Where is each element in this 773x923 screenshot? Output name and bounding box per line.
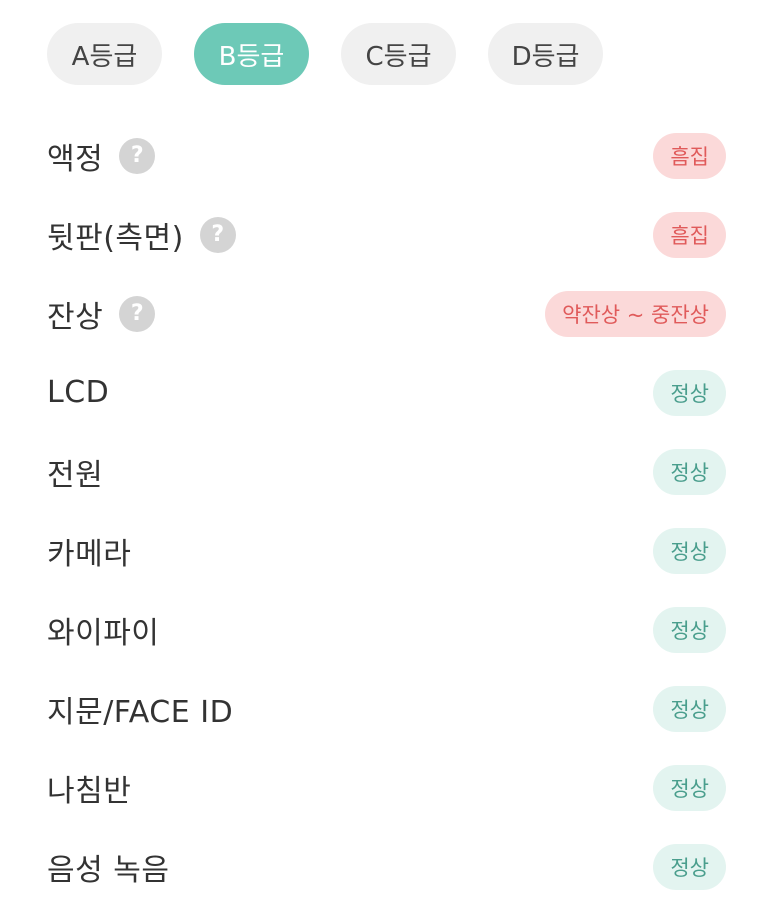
condition-row-power: 전원 정상 xyxy=(47,432,726,511)
condition-label-group: 액정 ? xyxy=(47,134,156,178)
condition-label: 잔상 xyxy=(47,299,104,335)
condition-list: 액정 ? 흠집 뒷판(측면) ? 흠집 잔상 ? 약잔상 ~ 중잔상 LCD 정… xyxy=(47,116,726,906)
status-badge: 흠집 xyxy=(653,211,726,258)
condition-label-group: 뒷판(측면) ? xyxy=(47,213,236,257)
grade-tabs: A등급 B등급 C등급 D등급 xyxy=(47,23,603,85)
tab-grade-d[interactable]: D등급 xyxy=(488,23,603,85)
condition-row-fingerprint-face-id: 지문/FACE ID 정상 xyxy=(47,669,726,748)
condition-row-wifi: 와이파이 정상 xyxy=(47,590,726,669)
condition-row-voice-recording: 음성 녹음 정상 xyxy=(47,827,726,906)
help-question-icon[interactable]: ? xyxy=(199,216,236,253)
condition-label: 와이파이 xyxy=(47,615,160,651)
condition-label: 액정 xyxy=(47,141,104,177)
status-badge: 약잔상 ~ 중잔상 xyxy=(545,290,726,337)
status-badge: 정상 xyxy=(653,369,726,416)
tab-grade-b[interactable]: B등급 xyxy=(194,23,309,85)
condition-label: 뒷판(측면) xyxy=(47,220,184,256)
status-badge: 정상 xyxy=(653,764,726,811)
condition-row-afterimage: 잔상 ? 약잔상 ~ 중잔상 xyxy=(47,274,726,353)
condition-row-screen: 액정 ? 흠집 xyxy=(47,116,726,195)
condition-row-camera: 카메라 정상 xyxy=(47,511,726,590)
condition-label: 지문/FACE ID xyxy=(47,694,234,730)
condition-label-group: 잔상 ? xyxy=(47,292,156,336)
help-question-icon[interactable]: ? xyxy=(119,137,156,174)
status-badge: 흠집 xyxy=(653,132,726,179)
condition-label: LCD xyxy=(47,375,110,410)
condition-row-back-side: 뒷판(측면) ? 흠집 xyxy=(47,195,726,274)
tab-grade-c[interactable]: C등급 xyxy=(341,23,456,85)
condition-row-lcd: LCD 정상 xyxy=(47,353,726,432)
status-badge: 정상 xyxy=(653,606,726,653)
condition-row-compass: 나침반 정상 xyxy=(47,748,726,827)
tab-grade-a[interactable]: A등급 xyxy=(47,23,162,85)
condition-label: 카메라 xyxy=(47,536,132,572)
status-badge: 정상 xyxy=(653,685,726,732)
status-badge: 정상 xyxy=(653,527,726,574)
condition-label: 전원 xyxy=(47,457,104,493)
condition-label: 나침반 xyxy=(47,773,132,809)
status-badge: 정상 xyxy=(653,843,726,890)
status-badge: 정상 xyxy=(653,448,726,495)
help-question-icon[interactable]: ? xyxy=(119,295,156,332)
condition-label: 음성 녹음 xyxy=(47,852,170,888)
